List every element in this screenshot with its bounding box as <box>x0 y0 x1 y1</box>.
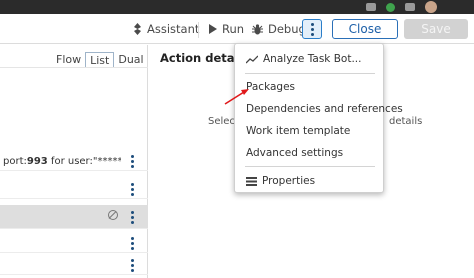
profile-avatar[interactable] <box>425 1 437 13</box>
tabs-divider <box>0 67 148 68</box>
more-options-menu: Analyze Task Bot... Packages Dependencie… <box>234 43 403 193</box>
list-item[interactable] <box>0 233 148 253</box>
menu-item-analyze-label: Analyze Task Bot... <box>263 53 362 65</box>
tab-flow[interactable]: Flow <box>52 52 85 68</box>
browser-extension-icons <box>366 0 437 14</box>
menu-item-properties-label: Properties <box>262 175 316 187</box>
extension-icon-green[interactable] <box>386 2 395 12</box>
menu-divider <box>245 73 375 74</box>
row-kebab-icon[interactable] <box>131 155 134 168</box>
menu-item-dependencies-label: Dependencies and references <box>246 103 403 115</box>
action-row-text-suffix: for user:"****** <box>47 156 121 167</box>
tab-dual[interactable]: Dual <box>114 52 147 68</box>
list-item-selected[interactable] <box>0 205 148 229</box>
row-kebab-icon[interactable] <box>131 259 134 272</box>
bug-icon <box>252 23 263 34</box>
menu-item-work-item-label: Work item template <box>246 125 351 137</box>
menu-item-advanced-label: Advanced settings <box>246 147 344 159</box>
extension-icon[interactable] <box>366 3 376 11</box>
view-mode-tabs: Flow List Dual <box>52 52 148 68</box>
run-label: Run <box>222 22 245 36</box>
play-icon <box>209 24 217 34</box>
close-button[interactable]: Close <box>332 19 398 39</box>
action-row-text: port:993 for user:"****** <box>3 156 121 167</box>
list-item[interactable] <box>0 179 148 199</box>
row-kebab-icon[interactable] <box>131 237 134 250</box>
action-row-text-prefix: port: <box>3 156 27 167</box>
run-button[interactable]: Run <box>209 20 244 38</box>
debug-button[interactable]: Debug <box>252 20 306 38</box>
debug-label: Debug <box>268 22 306 36</box>
menu-item-advanced-settings[interactable]: Advanced settings <box>246 147 343 159</box>
tab-list[interactable]: List <box>85 52 115 68</box>
more-options-button[interactable] <box>302 19 322 39</box>
assistant-label: Assistant <box>147 22 200 36</box>
list-item[interactable] <box>0 255 148 275</box>
disabled-icon <box>108 210 118 220</box>
menu-item-properties[interactable]: Properties <box>246 175 315 187</box>
menu-divider <box>245 166 375 167</box>
menu-item-dependencies[interactable]: Dependencies and references <box>246 103 403 115</box>
browser-toolbar-strip <box>0 0 474 14</box>
row-kebab-icon[interactable] <box>131 183 134 196</box>
row-kebab-icon[interactable] <box>131 211 134 224</box>
action-details-hint-right: details <box>389 116 423 127</box>
menu-item-analyze-task-bot[interactable]: Analyze Task Bot... <box>246 53 361 65</box>
puzzle-icon[interactable] <box>405 3 415 11</box>
bot-actions-panel: Flow List Dual port:993 for user:"****** <box>0 45 148 278</box>
toolbar-divider <box>198 22 199 38</box>
chart-icon <box>246 55 258 63</box>
properties-icon <box>246 176 257 186</box>
list-item[interactable]: port:993 for user:"****** <box>0 151 148 171</box>
menu-item-work-item-template[interactable]: Work item template <box>246 125 350 137</box>
menu-item-packages[interactable]: Packages <box>246 81 295 93</box>
save-button[interactable]: Save <box>404 19 468 39</box>
editor-toolbar: Assistant Run Debug Close Save <box>0 14 474 44</box>
kebab-icon <box>310 22 314 36</box>
menu-item-packages-label: Packages <box>246 81 295 93</box>
assistant-button[interactable]: Assistant <box>133 20 199 38</box>
assistant-icon <box>134 23 141 35</box>
action-row-port: 993 <box>26 156 48 167</box>
